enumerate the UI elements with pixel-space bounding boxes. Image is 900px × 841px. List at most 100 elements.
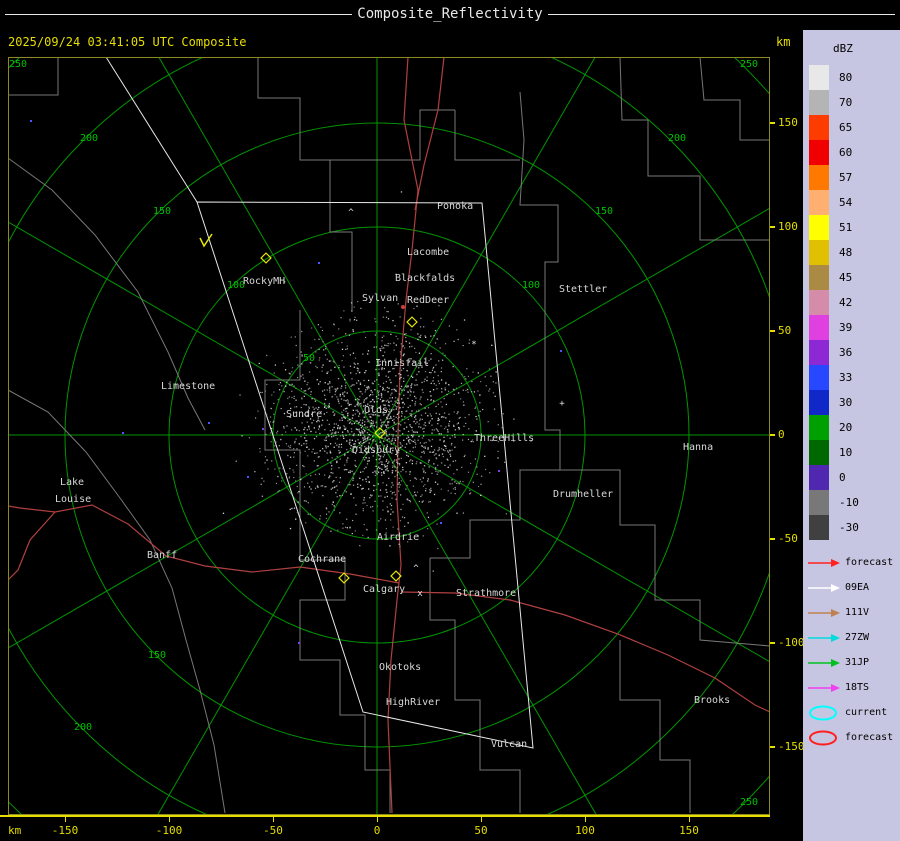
colorbar-row-65: 65 — [803, 115, 900, 140]
right-axis-tick — [770, 642, 775, 644]
colorbar-swatch-10 — [809, 440, 829, 465]
colorbar-value: 39 — [839, 321, 853, 334]
bottom-axis-tick — [481, 817, 482, 822]
legend-label: forecast — [845, 557, 894, 568]
ring-label-250: 250 — [9, 59, 27, 70]
city-label-highriver: HighRiver — [386, 697, 440, 708]
colorbar-swatch-60 — [809, 140, 829, 165]
right-axis-label: 100 — [778, 220, 798, 233]
legend-label: forecast — [845, 732, 894, 743]
colorbar-value: 10 — [839, 446, 853, 459]
city-label-limestone: Limestone — [161, 381, 215, 392]
colorbar-value: 51 — [839, 221, 853, 234]
bottom-axis-tick — [273, 817, 274, 822]
city-label-sundre: Sundre — [286, 409, 322, 420]
colorbar-value: 65 — [839, 121, 853, 134]
colorbar: 80 70 65 60 57 54 51 48 45 42 39 36 33 30 20 10 0 -10 -30 — [803, 65, 900, 540]
current-ellipse-icon — [809, 705, 837, 720]
bottom-axis-label: 100 — [575, 824, 595, 837]
legend-label: current — [845, 707, 888, 718]
bottom-axis-tick — [65, 817, 66, 822]
colorbar-value: 45 — [839, 271, 853, 284]
city-label-innisfail: Innisfail — [375, 358, 429, 369]
page-title: Composite_Reflectivity — [357, 6, 543, 22]
city-label-stettler: Stettler — [559, 284, 607, 295]
ring-label-250: 250 — [740, 797, 758, 808]
legend-label: 31JP — [845, 657, 870, 668]
city-label-strathmore: Strathmore — [456, 588, 516, 599]
colorbar-value: 70 — [839, 96, 853, 109]
bottom-axis-label: -150 — [51, 824, 79, 837]
colorbar-value: -30 — [839, 521, 859, 534]
radar-app: Composite_Reflectivity 2025/09/24 03:41:… — [0, 0, 900, 841]
legend-label: 09EA — [845, 582, 870, 593]
colorbar-swatch-36 — [809, 340, 829, 365]
ring-label-150: 150 — [595, 206, 613, 217]
city-label-banff: Banff — [147, 550, 177, 561]
ring-label-100: 100 — [522, 280, 540, 291]
right-axis-tick — [770, 538, 775, 540]
bottom-axis-tick — [585, 817, 586, 822]
city-label-didsbury: Didsbury — [352, 445, 400, 456]
right-axis-label: -50 — [778, 532, 798, 545]
colorbar-row-20: 20 — [803, 415, 900, 440]
city-label-vulcan: Vulcan — [491, 739, 527, 750]
bottom-axis-unit: km — [8, 824, 22, 837]
colorbar-swatch-54 — [809, 190, 829, 215]
legend-row-09EA: 09EA — [803, 575, 900, 600]
colorbar-value: 36 — [839, 346, 853, 359]
right-axis-label: -100 — [778, 636, 805, 649]
colorbar-swatch-51 — [809, 215, 829, 240]
colorbar-row-30: 30 — [803, 390, 900, 415]
colorbar-value: 80 — [839, 71, 853, 84]
legend-row-31JP: 31JP — [803, 650, 900, 675]
right-axis-tick — [770, 434, 775, 436]
colorbar-swatch-30 — [809, 390, 829, 415]
colorbar-value: 20 — [839, 421, 853, 434]
right-axis-tick — [770, 226, 775, 228]
symbol-marker-icon: ^ — [413, 564, 419, 574]
city-label-reddeer: RedDeer — [407, 295, 449, 306]
colorbar-swatch-42 — [809, 290, 829, 315]
colorbar-row-0: 0 — [803, 465, 900, 490]
colorbar-value: 54 — [839, 196, 853, 209]
colorbar-value: 57 — [839, 171, 853, 184]
colorbar-value: 33 — [839, 371, 853, 384]
colorbar-value: 0 — [839, 471, 846, 484]
colorbar-row-33: 33 — [803, 365, 900, 390]
colorbar-swatch--10 — [809, 490, 829, 515]
legend-row-forecast: forecast — [803, 550, 900, 575]
bottom-axis-label: 50 — [474, 824, 488, 837]
colorbar-swatch-57 — [809, 165, 829, 190]
right-axis-label: -150 — [778, 740, 805, 753]
legend-row-current: current — [803, 700, 900, 725]
colorbar-title: dBZ — [833, 42, 853, 55]
right-axis-tick — [770, 122, 775, 124]
symbol-marker-icon: * — [471, 340, 476, 350]
27ZW-arrow-icon — [808, 633, 840, 642]
colorbar-swatch-20 — [809, 415, 829, 440]
forecast-ellipse-icon — [809, 730, 837, 745]
colorbar-swatch-0 — [809, 465, 829, 490]
right-axis-label: 150 — [778, 116, 798, 129]
legend: forecast 09EA 111V 27ZW 31JP 18TS current forec… — [803, 550, 900, 750]
city-label-hanna: Hanna — [683, 442, 713, 453]
right-axis-tick — [770, 746, 775, 748]
colorbar-row-45: 45 — [803, 265, 900, 290]
bottom-axis: km -150 -100 -50 0 50 100 150 — [0, 815, 770, 841]
radar-map[interactable]: 50 100 150 200 250 100 150 200 250 150 200 250 Ponok… — [8, 57, 770, 815]
right-axis-label: 0 — [778, 428, 785, 441]
symbol-marker-icon: ^ — [348, 208, 354, 218]
city-label-brooks: Brooks — [694, 695, 730, 706]
ring-label-200: 200 — [668, 133, 686, 144]
18TS-arrow-icon — [808, 683, 840, 692]
colorbar-row-54: 54 — [803, 190, 900, 215]
colorbar-swatch-48 — [809, 240, 829, 265]
titlebar-rule-right — [547, 13, 895, 15]
city-label-sylvan: Sylvan — [362, 293, 398, 304]
ring-label-200: 200 — [74, 722, 92, 733]
timestamp: 2025/09/24 03:41:05 UTC Composite — [8, 35, 247, 49]
city-label-blackfalds: Blackfalds — [395, 273, 455, 284]
ring-label-150: 150 — [148, 650, 166, 661]
city-label-rockymh: RockyMH — [243, 276, 285, 287]
